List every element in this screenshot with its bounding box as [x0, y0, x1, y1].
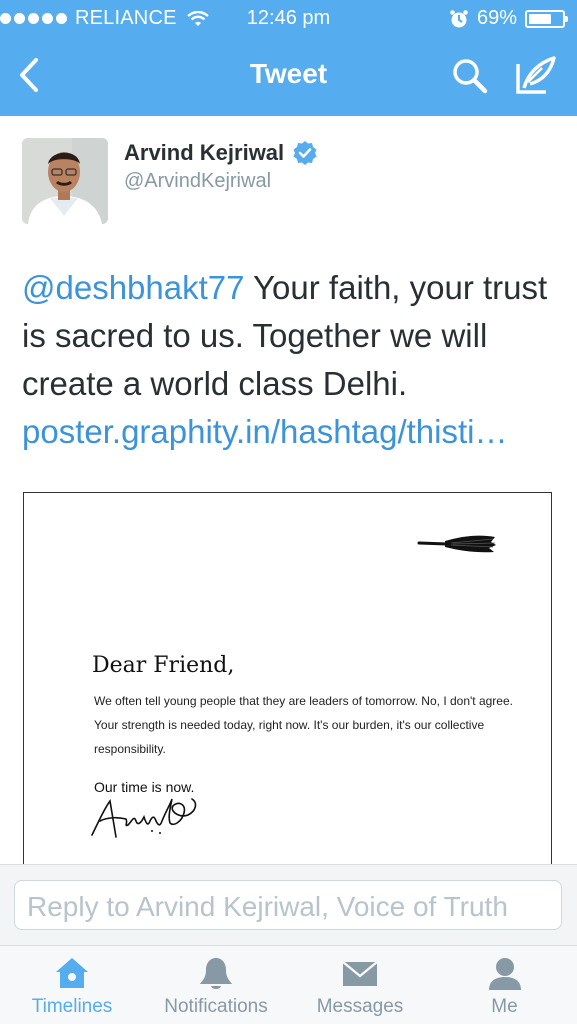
tweet-media-image[interactable]: Dear Friend, We often tell young people …	[23, 492, 552, 872]
home-icon	[56, 958, 88, 988]
verified-badge-icon	[293, 141, 317, 165]
tab-label: Messages	[316, 996, 404, 1017]
author-handle[interactable]: @ArvindKejriwal	[124, 170, 271, 193]
poster-heading: Dear Friend,	[92, 653, 235, 678]
tab-label: Me	[491, 996, 518, 1017]
nav-bar: Tweet	[0, 38, 577, 116]
compose-tweet-icon[interactable]	[514, 54, 558, 96]
avatar[interactable]	[22, 138, 108, 224]
envelope-icon	[342, 961, 378, 986]
alarm-icon	[450, 9, 468, 27]
mention-link[interactable]: @deshbhakt77	[22, 269, 245, 306]
tab-bar: Timelines Notifications Messages Me	[0, 945, 577, 1024]
tab-label: Timelines	[31, 996, 113, 1017]
battery-icon	[525, 9, 568, 28]
tab-notifications[interactable]: Notifications	[144, 946, 288, 1024]
header: RELIANCE 12:46 pm 69% Tweet	[0, 0, 577, 116]
search-icon[interactable]	[450, 56, 490, 96]
tab-timelines[interactable]: Timelines	[0, 946, 144, 1024]
reply-input[interactable]: Reply to Arvind Kejriwal, Voice of Truth	[14, 880, 562, 930]
signature-image	[91, 798, 197, 838]
broom-icon	[417, 535, 496, 553]
tab-me[interactable]: Me	[432, 946, 577, 1024]
page-title: Tweet	[249, 58, 328, 89]
author-name: Arvind Kejriwal	[124, 140, 285, 165]
reply-bar: Reply to Arvind Kejriwal, Voice of Truth	[0, 864, 577, 945]
person-icon	[488, 958, 521, 990]
author-name-row[interactable]: Arvind Kejriwal	[124, 140, 318, 166]
battery-percent: 69%	[476, 7, 517, 29]
bell-icon	[200, 958, 232, 989]
tweet-url-link[interactable]: poster.graphity.in/hashtag/thisti…	[22, 413, 508, 450]
tweet-text: @deshbhakt77 Your faith, your trust is s…	[22, 264, 557, 456]
tab-messages[interactable]: Messages	[288, 946, 432, 1024]
poster-body-text: We often tell young people that they are…	[94, 694, 513, 756]
status-bar: RELIANCE 12:46 pm 69%	[0, 0, 577, 38]
tab-label: Notifications	[164, 996, 268, 1017]
